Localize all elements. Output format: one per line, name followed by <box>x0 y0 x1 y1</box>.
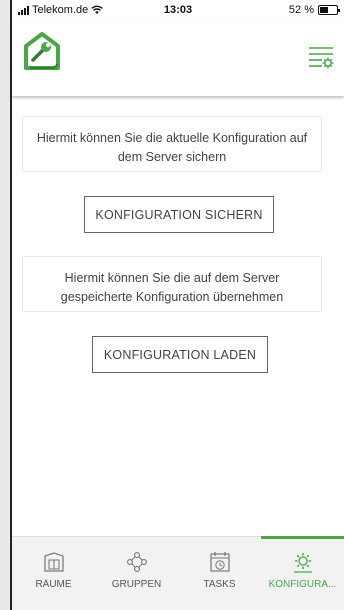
rooms-icon <box>43 552 64 572</box>
load-config-button[interactable]: KONFIGURATION LADEN <box>92 336 268 373</box>
menu-settings-icon[interactable] <box>308 44 334 70</box>
tab-bar: RÄUME GRUPPEN TASKS KONFIGURA... <box>12 536 344 610</box>
battery-percent: 52 % <box>288 4 314 16</box>
save-config-button[interactable]: KONFIGURATION SICHERN <box>84 196 274 233</box>
tab-groups[interactable]: GRUPPEN <box>95 537 178 610</box>
tab-tasks[interactable]: TASKS <box>178 537 261 610</box>
load-info-box: Hiermit können Sie die auf dem Server ge… <box>22 256 322 312</box>
save-info-box: Hiermit können Sie die aktuelle Konfigur… <box>22 116 322 172</box>
tab-configuration-label: KONFIGURA... <box>268 579 337 590</box>
app-header <box>12 20 344 96</box>
config-gear-icon <box>293 553 312 573</box>
app-screen: Telekom.de 13:03 52 % Hiermit können Sie… <box>10 0 344 610</box>
status-bar: Telekom.de 13:03 52 % <box>12 0 344 20</box>
tab-configuration[interactable]: KONFIGURA... <box>261 536 344 610</box>
tab-groups-label: GRUPPEN <box>111 579 162 590</box>
battery-info: 52 % <box>288 4 340 16</box>
battery-icon <box>318 5 340 15</box>
tab-tasks-label: TASKS <box>203 579 236 590</box>
tasks-clock-icon <box>209 552 230 572</box>
tab-rooms[interactable]: RÄUME <box>12 537 95 610</box>
groups-icon <box>126 552 147 572</box>
load-info-text: Hiermit können Sie die auf dem Server ge… <box>60 271 284 304</box>
house-wrench-logo-icon[interactable] <box>24 32 60 72</box>
tab-rooms-label: RÄUME <box>35 579 72 590</box>
save-info-text: Hiermit können Sie die aktuelle Konfigur… <box>36 131 308 164</box>
config-content: Hiermit können Sie die aktuelle Konfigur… <box>12 96 344 536</box>
